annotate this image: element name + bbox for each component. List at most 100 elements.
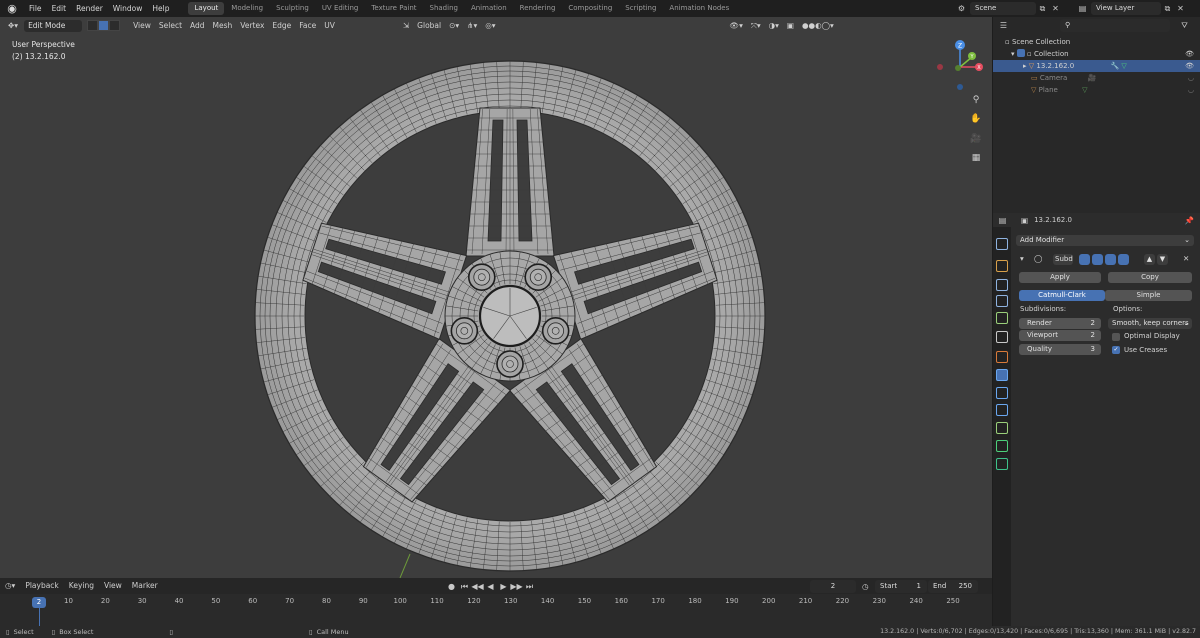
plane-data-icon[interactable]: ▽ [1082,86,1087,94]
scene-copy-icon[interactable]: ⧉ [1036,2,1049,15]
tab-sculpting[interactable]: Sculpting [270,2,315,15]
data-tab-icon[interactable] [996,440,1008,452]
modifier-wrench-icon[interactable]: 🔧 [1110,62,1119,70]
view-layer-tab-icon[interactable] [996,295,1008,307]
viewport-menu-edge[interactable]: Edge [268,17,295,34]
jump-end-icon[interactable]: ⏭ [523,580,536,593]
scene-icon[interactable]: ⚙ [955,2,968,15]
object-tab-icon[interactable] [996,351,1008,363]
pan-hand-icon[interactable]: ✋ [968,111,984,127]
pivot-icon[interactable]: ⊙▾ [445,17,463,34]
use-creases-checkbox[interactable]: ✓ [1112,346,1120,354]
scene-field[interactable]: Scene [970,2,1036,15]
jump-start-icon[interactable]: ⏮ [458,580,471,593]
collapse-arrow-icon[interactable]: ▾ [1020,254,1024,263]
eye-icon[interactable]: 👁 [1185,48,1194,60]
simple-button[interactable]: Simple [1105,290,1192,301]
render-toggle-icon[interactable] [1092,254,1103,265]
timeline-menu-marker[interactable]: Marker [127,578,163,594]
outliner-row-camera[interactable]: ▭ Camera 🎥 ◡ [993,72,1200,84]
uv-smooth-dropdown[interactable]: Smooth, keep corners ⌄ [1108,318,1192,329]
ortho-grid-icon[interactable]: ▦ [968,150,984,166]
shading-modes-icon[interactable]: ●●◐◯▾ [798,17,838,34]
constraints-tab-icon[interactable] [996,422,1008,434]
camera-data-icon[interactable]: 🎥 [1088,74,1097,82]
render-tab-icon[interactable] [996,260,1008,272]
outliner-row-plane[interactable]: ▽ Plane ▽ ◡ [993,84,1200,96]
outliner-row-mesh-object[interactable]: ▸ ▽ 13.2.162.0 🔧 ▽ 👁 [993,60,1200,72]
tab-rendering[interactable]: Rendering [514,2,562,15]
move-down-icon[interactable]: ▼ [1157,254,1168,265]
blender-logo-icon[interactable]: ◉ [5,2,19,16]
outliner-editor-icon[interactable]: ☰ [997,19,1010,32]
visibility-icon[interactable]: 👁▾ [726,17,747,34]
modifier-tab-icon[interactable] [996,369,1008,381]
eye-closed-icon[interactable]: ◡ [1188,84,1194,96]
proportional-edit-icon[interactable]: ◎▾ [481,17,499,34]
viewport-menu-vertex[interactable]: Vertex [236,17,268,34]
play-reverse-icon[interactable]: ◀ [484,580,497,593]
view-layer-copy-icon[interactable]: ⧉ [1161,2,1174,15]
quality-field[interactable]: Quality 3 [1019,344,1101,355]
outliner-filter-icon[interactable]: ⛛ [1178,19,1191,32]
add-modifier-dropdown[interactable]: Add Modifier ⌄ [1016,235,1194,246]
xray-icon[interactable]: ▣ [783,17,798,34]
edge-select-icon[interactable] [98,20,110,31]
end-frame-field[interactable]: End 250 [928,579,978,593]
current-frame-field[interactable]: 2 [810,579,856,593]
camera-view-icon[interactable]: 🎥 [968,131,984,147]
next-keyframe-icon[interactable]: ▶▶ [510,580,523,593]
vertex-select-icon[interactable] [87,20,99,31]
eye-icon[interactable]: 👁 [1185,60,1194,72]
expand-arrow-icon[interactable]: ▸ [1023,62,1027,70]
neg-y-icon[interactable] [955,65,961,71]
neg-z-icon[interactable] [957,84,963,90]
copy-button[interactable]: Copy [1108,272,1192,283]
eye-closed-icon[interactable]: ◡ [1188,72,1194,84]
cage-toggle-icon[interactable] [1118,254,1129,265]
scene-tab-icon[interactable] [996,312,1008,324]
view-layer-close-icon[interactable]: ✕ [1174,2,1187,15]
timeline-editor-icon[interactable]: ◷▾ [0,578,20,594]
view-layer-icon[interactable]: ▤ [1076,2,1089,15]
outliner-row-collection[interactable]: ▾ ▫ Collection 👁 [993,48,1200,60]
particles-tab-icon[interactable] [996,387,1008,399]
menu-edit[interactable]: Edit [47,0,72,17]
tab-compositing[interactable]: Compositing [562,2,618,15]
current-frame-indicator[interactable]: 2 [32,597,46,608]
viewport-menu-face[interactable]: Face [295,17,320,34]
move-up-icon[interactable]: ▲ [1144,254,1155,265]
zoom-icon[interactable]: ⚲ [968,92,984,108]
optimal-display-checkbox[interactable] [1112,333,1120,341]
material-tab-icon[interactable] [996,458,1008,470]
frame-ruler[interactable]: 2 10 20 30 40 50 60 70 80 90 100 110 120 130 140 150 16… [0,596,992,626]
render-levels-field[interactable]: Render 2 [1019,318,1101,329]
timeline-menu-playback[interactable]: Playback [20,578,63,594]
menu-window[interactable]: Window [108,0,148,17]
modifier-name-field[interactable]: Subd [1053,254,1073,265]
timeline-menu-view[interactable]: View [99,578,127,594]
tab-modeling[interactable]: Modeling [225,2,269,15]
neg-x-icon[interactable] [937,64,943,70]
tab-layout[interactable]: Layout [188,2,225,15]
overlay-toggle-icon[interactable]: ◑▾ [765,17,783,34]
physics-tab-icon[interactable] [996,404,1008,416]
start-frame-field[interactable]: Start 1 [875,579,927,593]
tab-scripting[interactable]: Scripting [619,2,662,15]
timeline-menu-keying[interactable]: Keying [64,578,99,594]
outliner-search-field[interactable]: ⚲ [1060,18,1170,32]
mode-dropdown[interactable]: Edit Mode [24,19,83,32]
record-icon[interactable]: ● [445,580,458,593]
editmode-toggle-icon[interactable] [1079,254,1090,265]
tab-animation-nodes[interactable]: Animation Nodes [663,2,735,15]
outliner-row-scene-collection[interactable]: ▫ Scene Collection [993,36,1200,48]
menu-help[interactable]: Help [147,0,174,17]
viewport-menu-add[interactable]: Add [186,17,209,34]
catmull-clark-button[interactable]: Catmull-Clark [1019,290,1105,301]
viewport-menu-mesh[interactable]: Mesh [209,17,237,34]
clock-icon[interactable]: ◷ [862,582,869,591]
snap-icon[interactable]: ⋔▾ [463,17,481,34]
collection-checkbox[interactable] [1016,49,1025,57]
orientation-dropdown[interactable]: Global [413,17,445,34]
gizmo-toggle-icon[interactable]: ⤧▾ [747,17,765,34]
